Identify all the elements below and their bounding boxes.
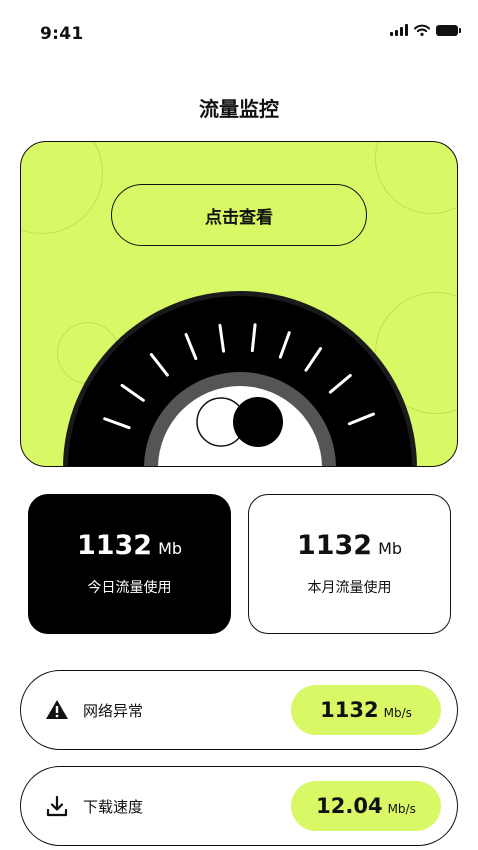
indicator-filled-circle: [233, 397, 283, 447]
speed-gauge: [63, 291, 417, 466]
download-speed-unit: Mb/s: [387, 801, 416, 816]
today-usage-label: 今日流量使用: [87, 579, 172, 596]
status-icons: [390, 24, 461, 36]
network-exception-unit: Mb/s: [383, 705, 412, 720]
download-icon: [46, 795, 68, 817]
network-exception-pill: 1132 Mb/s: [291, 685, 441, 735]
cellular-signal-icon: [390, 24, 408, 36]
month-usage-unit: Mb: [378, 538, 403, 558]
hero-card: 点击查看: [20, 141, 458, 467]
today-usage-value-line: 1132 Mb: [77, 532, 182, 559]
download-speed-pill: 12.04 Mb/s: [291, 781, 441, 831]
download-speed-row[interactable]: 下载速度 12.04 Mb/s: [20, 766, 458, 846]
network-exception-label: 网络异常: [83, 702, 144, 720]
download-speed-value: 12.04: [316, 794, 383, 818]
month-usage-label: 本月流量使用: [307, 579, 392, 596]
month-usage-value-line: 1132 Mb: [297, 532, 402, 559]
network-exception-value: 1132: [320, 698, 379, 722]
today-usage-unit: Mb: [158, 538, 183, 558]
today-usage-value: 1132: [76, 529, 153, 561]
status-time: 9:41: [40, 24, 84, 44]
today-usage-card[interactable]: 1132 Mb 今日流量使用: [28, 494, 231, 634]
month-usage-card[interactable]: 1132 Mb 本月流量使用: [248, 494, 451, 634]
wifi-icon: [414, 24, 430, 36]
status-bar: 9:41: [0, 0, 478, 70]
month-usage-value: 1132: [296, 529, 373, 561]
warning-icon: [46, 700, 68, 719]
download-speed-label: 下载速度: [83, 798, 144, 816]
network-exception-row[interactable]: 网络异常 1132 Mb/s: [20, 670, 458, 750]
battery-icon: [436, 24, 461, 36]
page-title: 流量监控: [199, 97, 279, 121]
